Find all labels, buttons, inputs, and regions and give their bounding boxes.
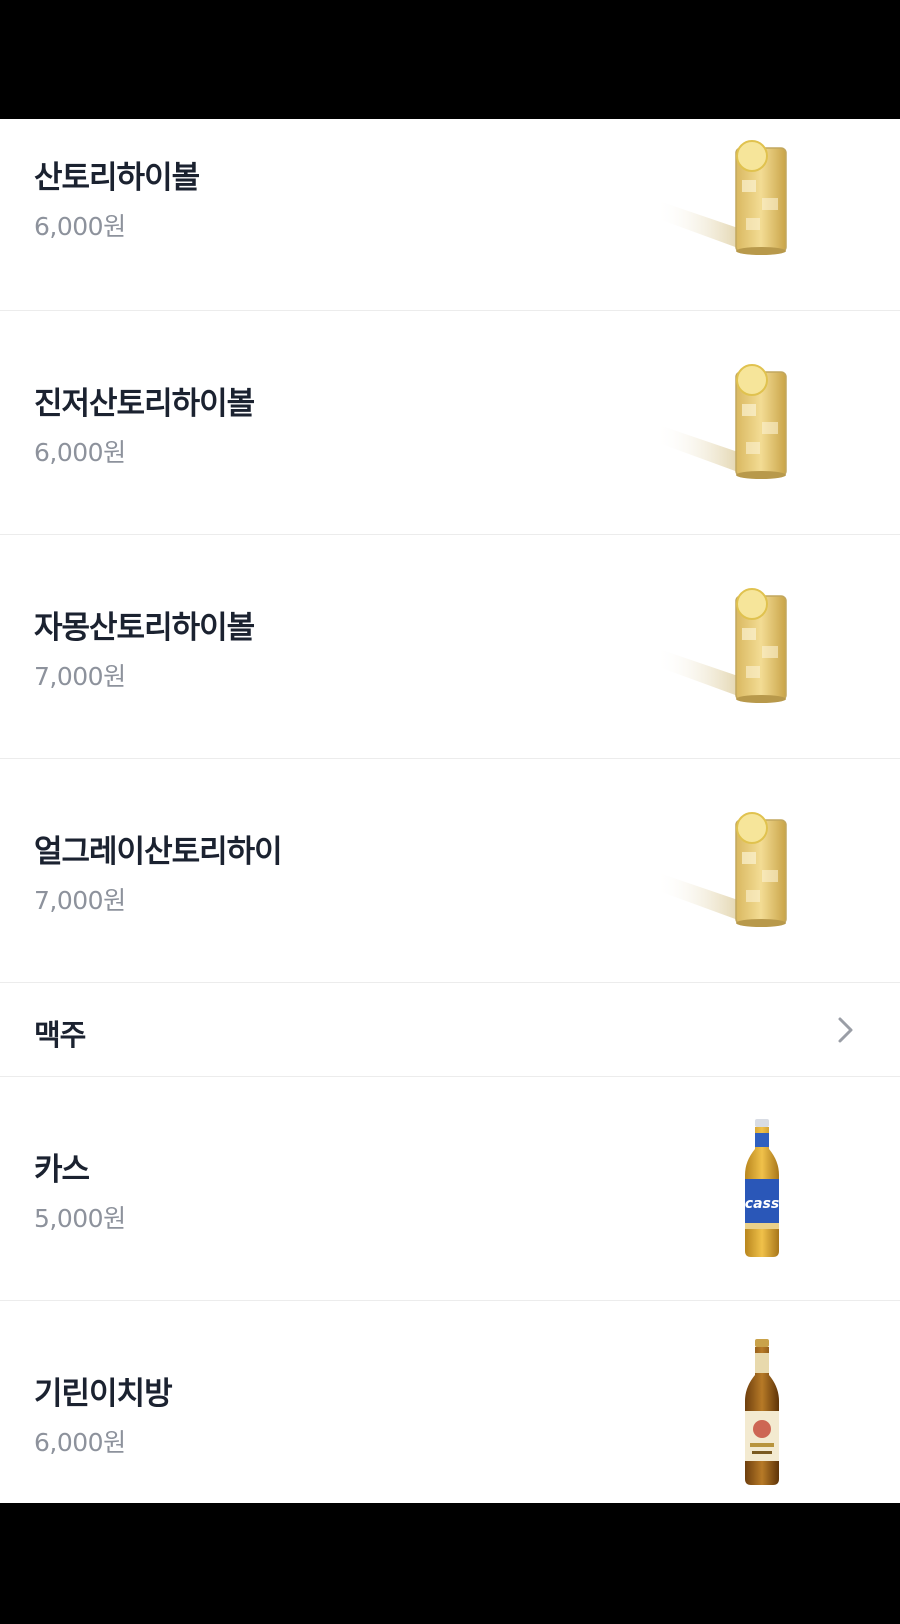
highball-glass-icon	[656, 364, 787, 479]
menu-item-name: 얼그레이산토리하이	[34, 834, 283, 870]
menu-item-ginger-suntory-highball[interactable]: 진저산토리하이볼 6,000원	[0, 311, 900, 535]
kirin-bottle-icon	[745, 1339, 779, 1485]
menu-item-name: 자몽산토리하이볼	[34, 610, 255, 646]
menu-item-grapefruit-suntory-highball[interactable]: 자몽산토리하이볼 7,000원	[0, 535, 900, 759]
menu-item-kirin-ichiban[interactable]: 기린이치방 6,000원	[0, 1301, 900, 1503]
menu-item-price: 7,000원	[34, 886, 126, 915]
menu-item-price: 6,000원	[34, 1428, 126, 1457]
cass-bottle-icon: cass	[745, 1119, 779, 1257]
menu-item-price: 6,000원	[34, 212, 126, 241]
menu-item-name: 기린이치방	[34, 1376, 173, 1412]
menu-item-price: 7,000원	[34, 662, 126, 691]
navigation-bar	[0, 1503, 900, 1624]
menu-item-name: 진저산토리하이볼	[34, 386, 255, 422]
menu-item-earl-grey-suntory-highball[interactable]: 얼그레이산토리하이 7,000원	[0, 759, 900, 983]
category-label: 맥주	[34, 1018, 86, 1052]
highball-glass-icon	[656, 812, 787, 927]
menu-item-cass[interactable]: 카스 5,000원 cass	[0, 1077, 900, 1301]
highball-glass-icon	[656, 588, 787, 703]
menu-item-name: 산토리하이볼	[34, 160, 200, 196]
menu-item-name: 카스	[34, 1152, 90, 1188]
menu-item-price: 5,000원	[34, 1204, 126, 1233]
highball-glass-icon	[656, 140, 787, 255]
status-bar	[0, 0, 900, 119]
svg-text:cass: cass	[745, 1196, 779, 1212]
menu-item-price: 6,000원	[34, 438, 126, 467]
menu-list: 산토리하이볼 6,000원 진저산토리하이볼 6,000원 자몽산토리하이볼 7…	[0, 119, 900, 1503]
chevron-right-icon	[838, 1017, 853, 1043]
category-header-beer[interactable]: 맥주	[0, 983, 900, 1077]
menu-item-suntory-highball[interactable]: 산토리하이볼 6,000원	[0, 119, 900, 311]
